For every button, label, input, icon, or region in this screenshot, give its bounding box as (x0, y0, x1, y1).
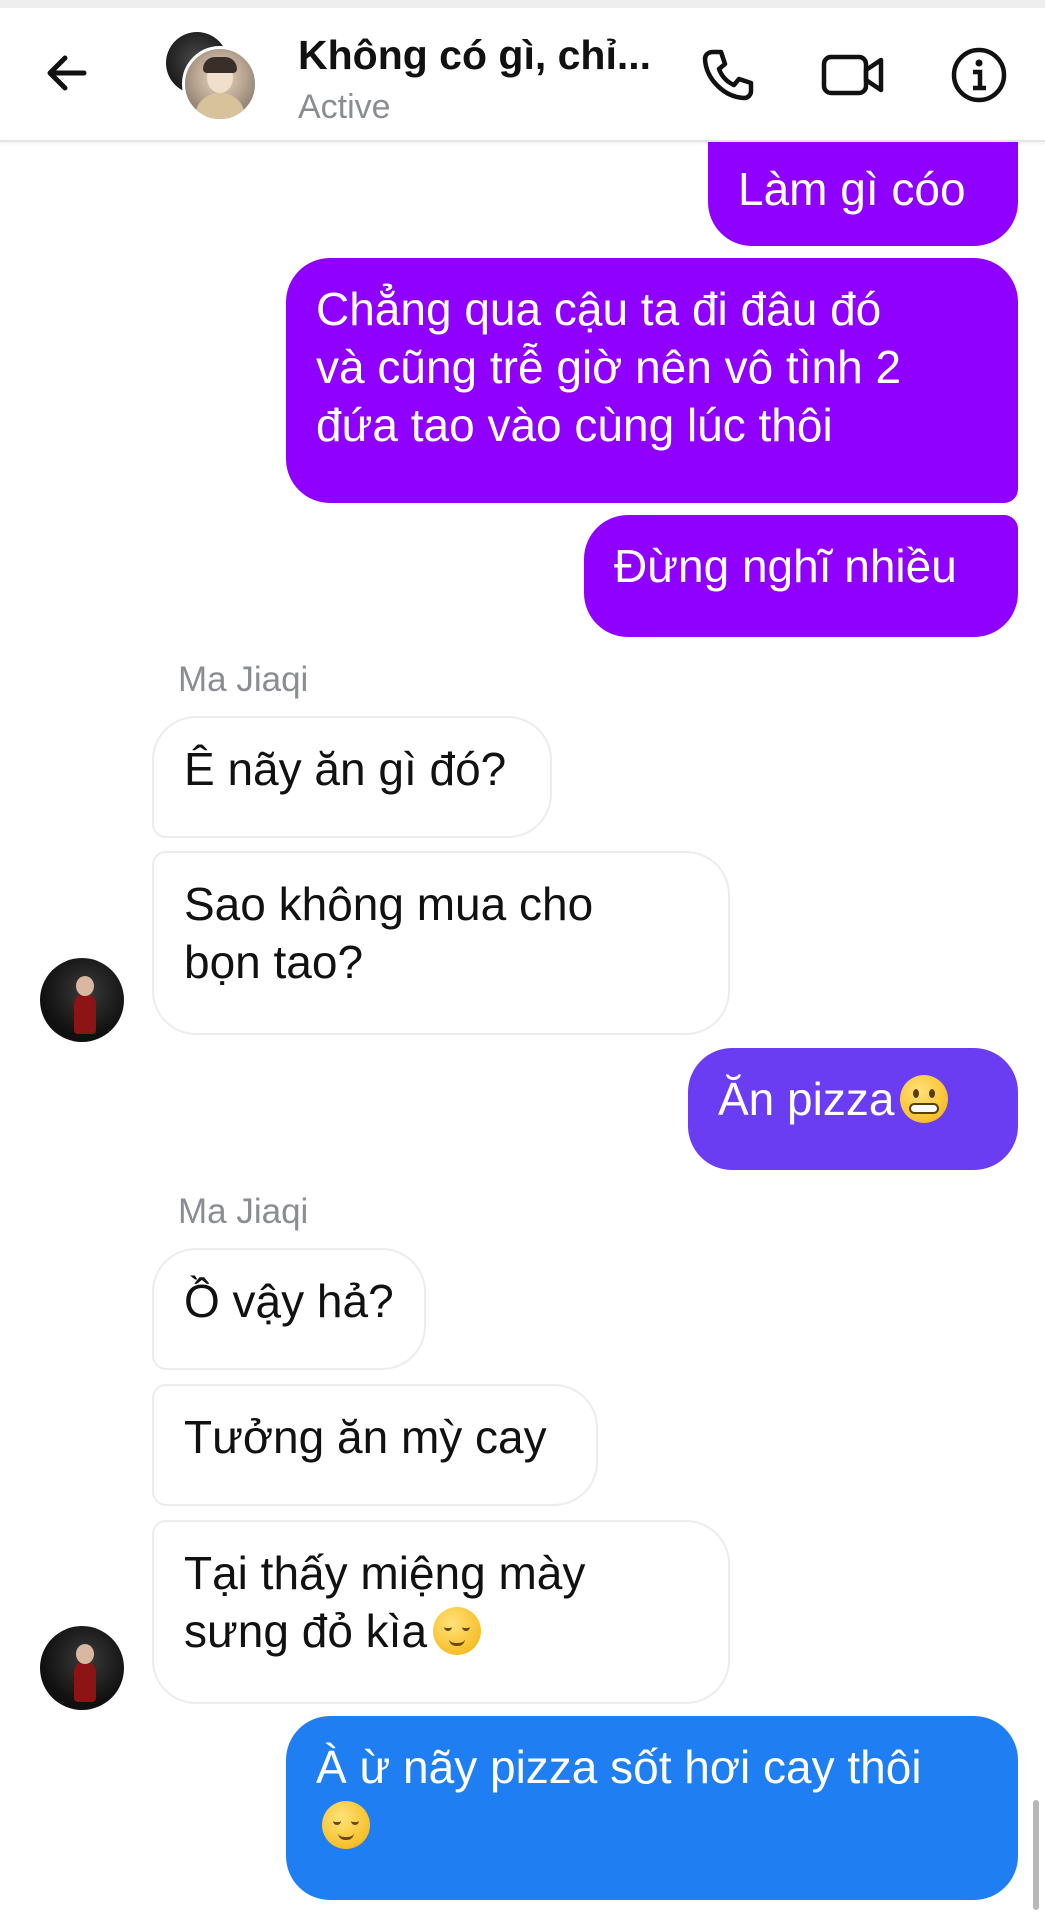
message-text: Sao không mua cho bọn tao? (184, 878, 594, 988)
message-bubble[interactable]: Ăn pizza (688, 1048, 1018, 1170)
message-bubble[interactable]: Đừng nghĩ nhiều (584, 515, 1018, 637)
sender-name: Ma Jiaqi (178, 660, 309, 699)
sender-avatar[interactable] (40, 958, 124, 1042)
pensive-face-emoji (322, 1801, 370, 1849)
back-arrow-icon (47, 55, 87, 91)
message-text: Chẳng qua cậu ta đi đâu đó và cũng trễ g… (316, 283, 902, 451)
sender-name: Ma Jiaqi (178, 1192, 309, 1231)
message-bubble[interactable]: Chẳng qua cậu ta đi đâu đó và cũng trễ g… (286, 258, 1018, 503)
scrollbar-thumb[interactable] (1033, 1800, 1039, 1910)
message-text: Ồ vậy hả? (184, 1275, 394, 1327)
relieved-face-emoji (433, 1607, 482, 1655)
message-text: Đừng nghĩ nhiều (614, 540, 957, 592)
voice-call-button[interactable] (695, 42, 761, 108)
contact-name[interactable]: Không có gì, chỉ... (298, 32, 678, 79)
status-bar-strip (0, 0, 1045, 8)
conversation-info-button[interactable] (946, 42, 1012, 108)
active-status: Active (298, 88, 391, 126)
message-bubble[interactable]: À ừ nãy pizza sốt hơi cay thôi (286, 1716, 1018, 1900)
message-text: Ê nãy ăn gì đó? (184, 743, 507, 795)
phone-icon (702, 49, 754, 101)
message-text: Làm gì cóo (738, 163, 966, 215)
contact-avatar[interactable] (166, 30, 258, 122)
message-bubble[interactable]: Ồ vậy hả? (152, 1248, 426, 1370)
back-button[interactable] (36, 42, 98, 104)
message-bubble[interactable]: Ê nãy ăn gì đó? (152, 716, 552, 838)
message-text: À ừ nãy pizza sốt hơi cay thôi (316, 1741, 922, 1793)
message-bubble[interactable]: Sao không mua cho bọn tao? (152, 851, 730, 1035)
message-text: Tưởng ăn mỳ cay (184, 1411, 547, 1463)
message-text: Ăn pizza (718, 1073, 895, 1125)
chat-header: Không có gì, chỉ... Active (0, 8, 1045, 142)
sender-avatar[interactable] (40, 1626, 124, 1710)
message-bubble[interactable]: Tưởng ăn mỳ cay (152, 1384, 598, 1506)
message-bubble[interactable]: Tại thấy miệng mày sưng đỏ kìa (152, 1520, 730, 1704)
info-icon (951, 47, 1007, 103)
message-text: Tại thấy miệng mày sưng đỏ kìa (184, 1547, 586, 1657)
avatar-primary (182, 46, 258, 122)
video-camera-icon (821, 54, 884, 96)
message-bubble[interactable]: Làm gì cóo (708, 138, 1018, 246)
video-call-button[interactable] (820, 42, 886, 108)
grimacing-face-emoji (900, 1075, 949, 1123)
